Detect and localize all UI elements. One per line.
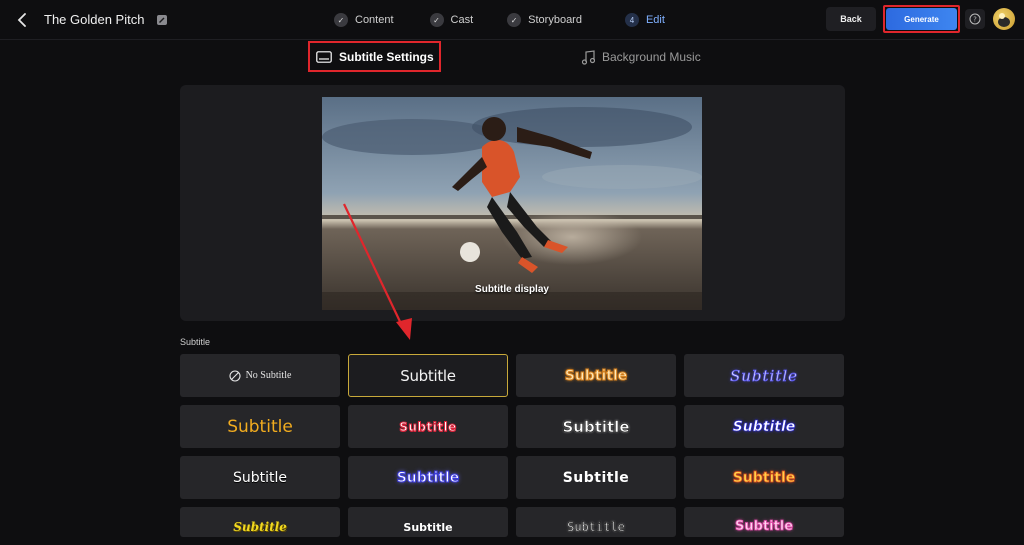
no-subtitle-label: No Subtitle <box>245 370 292 381</box>
subtitle-style-option[interactable]: Subtitle <box>516 354 676 397</box>
preview-subtitle-caption: Subtitle display <box>475 284 549 295</box>
subtitle-style-preview: Subtitle <box>732 418 796 435</box>
generate-button[interactable]: Generate <box>886 8 957 30</box>
project-title: The Golden Pitch <box>44 12 145 27</box>
tab-subtitle-settings[interactable]: Subtitle Settings <box>316 48 434 66</box>
top-bar: The Golden Pitch ✓ Content ✓ Cast ✓ Stor… <box>0 0 1024 40</box>
tab-label: Background Music <box>602 50 701 64</box>
subtitle-style-option[interactable]: Subtitle <box>180 405 340 448</box>
subtitle-style-option[interactable]: Subtitle <box>180 507 340 537</box>
tab-label: Subtitle Settings <box>339 50 434 64</box>
check-icon: ✓ <box>429 13 444 27</box>
subtitle-style-preview: Subtitle <box>562 469 630 486</box>
music-note-icon <box>581 49 595 65</box>
svg-text:?: ? <box>973 16 977 24</box>
subtitle-style-option[interactable]: Subtitle <box>516 405 676 448</box>
edit-title-icon[interactable] <box>156 13 168 25</box>
subtitle-style-option[interactable]: Subtitle <box>348 405 508 448</box>
subtitle-icon <box>316 51 332 63</box>
prohibited-icon <box>229 369 241 382</box>
subtitle-style-option[interactable]: Subtitle <box>516 507 676 537</box>
subtitle-style-option[interactable]: Subtitle <box>684 354 844 397</box>
subtitle-section-label: Subtitle <box>180 337 211 347</box>
help-icon[interactable]: ? <box>965 9 985 29</box>
subtitle-style-option[interactable]: Subtitle <box>348 354 508 397</box>
check-icon: ✓ <box>334 13 348 27</box>
step-label: Cast <box>450 14 474 26</box>
subtitle-style-preview: Subtitle <box>732 469 796 486</box>
subtitle-style-preview: Subtitle <box>562 417 630 436</box>
step-cast[interactable]: ✓ Cast <box>429 13 474 27</box>
preview-image <box>322 97 702 310</box>
tab-background-music[interactable]: Background Music <box>581 48 701 66</box>
subtitle-style-option[interactable]: Subtitle <box>684 405 844 448</box>
subtitle-style-option[interactable]: Subtitle <box>684 507 844 537</box>
back-arrow-icon[interactable] <box>14 10 30 30</box>
subtitle-style-preview: Subtitle <box>564 367 628 384</box>
subtitle-style-option[interactable]: Subtitle <box>516 456 676 499</box>
step-label: Storyboard <box>528 14 582 26</box>
step-label: Content <box>355 14 394 26</box>
step-storyboard[interactable]: ✓ Storyboard <box>507 13 582 27</box>
step-navigation: ✓ Content ✓ Cast ✓ Storyboard 4 Edit <box>334 10 695 30</box>
subtitle-style-preview: Subtitle <box>233 520 287 534</box>
no-subtitle-option: No Subtitle <box>229 369 292 382</box>
subtitle-style-preview: Subtitle <box>396 469 460 486</box>
check-icon: ✓ <box>507 13 522 27</box>
subtitle-style-preview: Subtitle <box>227 416 293 437</box>
subtitle-style-preview: Subtitle <box>567 520 625 534</box>
subtitle-style-option[interactable]: Subtitle <box>348 507 508 537</box>
step-number: 4 <box>624 13 639 27</box>
step-label: Edit <box>645 14 665 26</box>
avatar[interactable] <box>993 8 1015 30</box>
subtitle-style-preview: Subtitle <box>403 521 453 534</box>
subtitle-style-grid: No Subtitle Subtitle Subtitle Subtitle S… <box>180 354 845 537</box>
subtitle-style-preview: Subtitle <box>400 366 456 385</box>
step-edit[interactable]: 4 Edit <box>624 13 665 27</box>
subtitle-style-preview: Subtitle <box>232 469 288 486</box>
subtitle-style-preview: Subtitle <box>399 419 457 434</box>
subtitle-style-preview: Subtitle <box>729 366 799 385</box>
step-content[interactable]: ✓ Content <box>334 13 394 27</box>
subtitle-style-option[interactable]: Subtitle <box>180 456 340 499</box>
subtitle-style-preview: Subtitle <box>734 519 794 535</box>
subtitle-style-option[interactable]: Subtitle <box>684 456 844 499</box>
app-root: The Golden Pitch ✓ Content ✓ Cast ✓ Stor… <box>0 0 1024 545</box>
subtitle-style-none[interactable]: No Subtitle <box>180 354 340 397</box>
subtitle-style-option[interactable]: Subtitle <box>348 456 508 499</box>
back-button[interactable]: Back <box>826 7 876 31</box>
